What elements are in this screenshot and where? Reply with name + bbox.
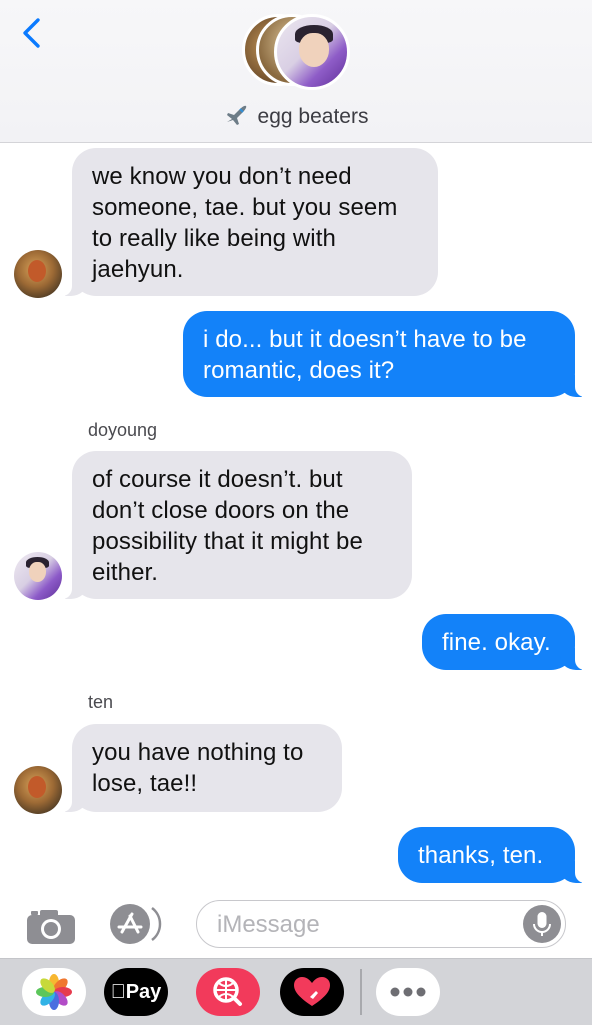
message-line: you have nothing to [92, 739, 304, 766]
message-input-field[interactable] [196, 900, 566, 948]
sender-name-doyoung: doyoung [88, 420, 158, 440]
message-bubble-outgoing[interactable]: thanks, ten. [398, 827, 587, 883]
message-line: we know you don’t need [92, 163, 352, 190]
message-line: thanks, ten. [418, 842, 544, 869]
message-input[interactable] [215, 909, 519, 941]
message-line: either. [92, 559, 159, 586]
group-member-avatar [274, 14, 350, 90]
apple-pay-button[interactable]: Pay [104, 968, 168, 1016]
message-line: of course it doesn’t. but [92, 466, 343, 493]
apple-pay-icon: Pay [104, 968, 168, 1016]
microphone-icon [533, 912, 551, 936]
sender-name-ten: ten [88, 692, 114, 712]
camera-icon [27, 910, 75, 944]
message-bubble-outgoing[interactable]: i do... but it doesn’t have to be romant… [183, 311, 587, 397]
message-line: to really like being with [92, 225, 336, 252]
message-line: fine. okay. [442, 629, 551, 656]
group-avatar-stack[interactable] [242, 14, 354, 92]
apple-pay-label: Pay [118, 981, 162, 1003]
app-store-button[interactable] [108, 902, 166, 946]
message-bubble-incoming[interactable]: you have nothing to lose, tae!! [60, 724, 342, 812]
photos-app-button[interactable] [22, 968, 86, 1016]
image-search-button[interactable] [196, 968, 260, 1016]
app-drawer: Pay [0, 958, 592, 1025]
compose-bar [0, 886, 592, 958]
dictation-button[interactable] [523, 905, 561, 943]
message-bubble-outgoing[interactable]: fine. okay. [422, 614, 587, 670]
message-line: lose, tae!! [92, 770, 198, 797]
avatar-doyoung[interactable] [14, 552, 62, 600]
message-line: jaehyun. [92, 256, 184, 283]
group-name-label: egg beaters [257, 105, 369, 128]
digital-touch-icon [294, 977, 330, 1006]
message-line: i do... but it doesn’t have to be [203, 326, 527, 353]
app-store-icon [110, 904, 162, 944]
message-line: possibility that it might be [92, 528, 363, 555]
message-bubble-incoming[interactable]: of course it doesn’t. but don’t close do… [60, 451, 412, 599]
avatar-ten[interactable] [14, 250, 62, 298]
conversation-header: egg beaters [0, 0, 592, 143]
message-bubble-incoming[interactable]: we know you don’t need someone, tae. but… [60, 148, 438, 296]
message-line: someone, tae. but you seem [92, 194, 398, 221]
image-search-icon [213, 977, 242, 1006]
chevron-left-icon [23, 18, 40, 48]
drawer-divider [360, 969, 362, 1015]
group-title[interactable]: egg beaters [0, 102, 592, 129]
back-button[interactable] [18, 14, 54, 54]
more-icon [390, 987, 426, 997]
more-apps-button[interactable] [376, 968, 440, 1016]
avatar-ten[interactable] [14, 766, 62, 814]
message-line: don’t close doors on the [92, 497, 350, 524]
digital-touch-button[interactable] [280, 968, 344, 1016]
airplane-emoji [226, 105, 246, 125]
message-line: romantic, does it? [203, 357, 395, 384]
photos-icon [36, 974, 72, 1010]
camera-button[interactable] [24, 906, 78, 946]
